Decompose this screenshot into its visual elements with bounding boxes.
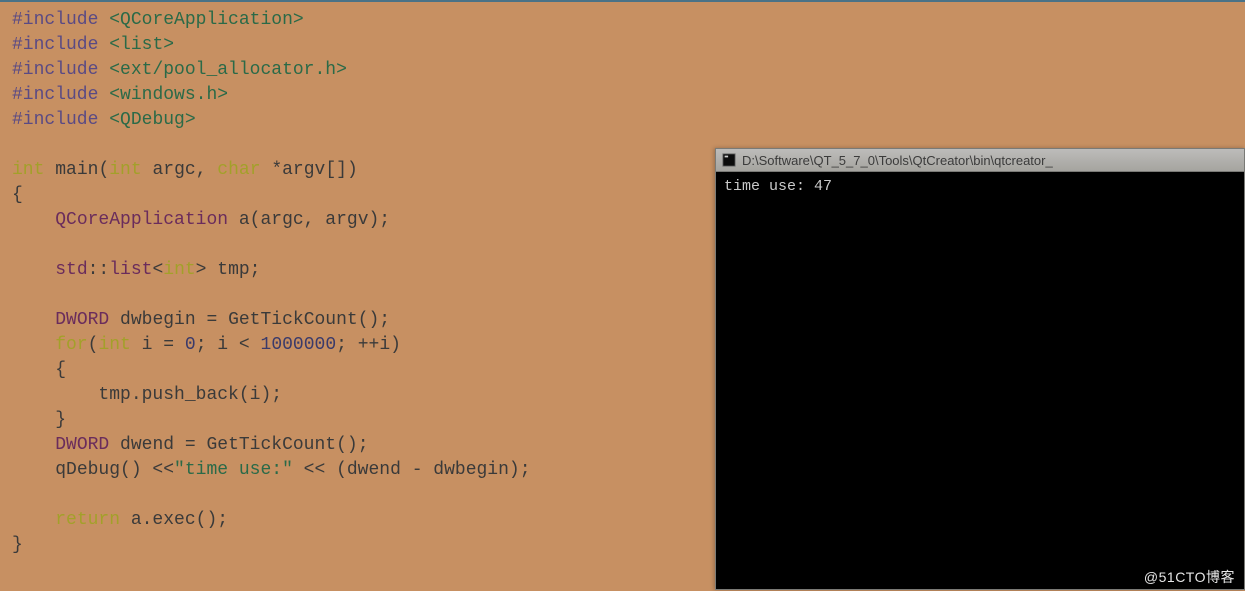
fn-gettick: GetTickCount(); <box>206 435 368 455</box>
stmt-push: tmp.push_back(i); <box>98 385 282 405</box>
pp-include: #include <box>12 60 98 80</box>
kw-int: int <box>98 335 130 355</box>
expr-tail: << (dwend - dwbegin); <box>293 460 531 480</box>
console-titlebar[interactable]: D:\Software\QT_5_7_0\Tools\QtCreator\bin… <box>715 148 1245 172</box>
args-a: (argc, argv); <box>250 210 390 230</box>
id-argv: *argv[] <box>271 160 347 180</box>
stmt-return: a.exec(); <box>120 510 228 530</box>
id-dwbegin: dwbegin <box>120 310 196 330</box>
kw-int: int <box>163 260 195 280</box>
include-target: <windows.h> <box>109 85 228 105</box>
type-list: list <box>109 260 152 280</box>
fn-qdebug: qDebug() << <box>55 460 174 480</box>
op-eq: = <box>196 310 228 330</box>
kw-char: char <box>217 160 260 180</box>
console-title-text: D:\Software\QT_5_7_0\Tools\QtCreator\bin… <box>742 153 1053 168</box>
paren-open: ( <box>88 335 99 355</box>
type-dword: DWORD <box>55 435 109 455</box>
app-icon <box>722 153 736 167</box>
include-target: <list> <box>109 35 174 55</box>
id-i: i <box>142 335 153 355</box>
include-target: <QCoreApplication> <box>109 10 303 30</box>
type-qcoreapp: QCoreApplication <box>55 210 228 230</box>
pp-include: #include <box>12 10 98 30</box>
kw-int: int <box>109 160 141 180</box>
brace-close: } <box>12 535 23 555</box>
op-eq: = <box>152 335 184 355</box>
str-timeuse: "time use:" <box>174 460 293 480</box>
for-inc: ; ++i) <box>336 335 401 355</box>
include-target: <QDebug> <box>109 110 195 130</box>
semi: ; <box>196 335 218 355</box>
num-zero: 0 <box>185 335 196 355</box>
fn-gettick: GetTickCount(); <box>228 310 390 330</box>
pp-include: #include <box>12 110 98 130</box>
brace-close: } <box>55 410 66 430</box>
brace-open: { <box>55 360 66 380</box>
op-eq: = <box>174 435 206 455</box>
type-dword: DWORD <box>55 310 109 330</box>
watermark: @51CTO博客 <box>1144 567 1235 587</box>
op-lt: < <box>228 335 260 355</box>
pp-include: #include <box>12 85 98 105</box>
console-window[interactable]: D:\Software\QT_5_7_0\Tools\QtCreator\bin… <box>715 148 1245 590</box>
id-i: i <box>217 335 228 355</box>
brace-open: { <box>12 185 23 205</box>
kw-for: for <box>55 335 87 355</box>
num-limit: 1000000 <box>261 335 337 355</box>
pp-include: #include <box>12 35 98 55</box>
id-a: a <box>239 210 250 230</box>
include-target: <ext/pool_allocator.h> <box>109 60 347 80</box>
fn-main: main <box>55 160 98 180</box>
id-dwend: dwend <box>120 435 174 455</box>
console-output[interactable]: time use: 47 <box>715 172 1245 590</box>
kw-return: return <box>55 510 120 530</box>
kw-int: int <box>12 160 44 180</box>
id-tmp: tmp; <box>217 260 260 280</box>
id-argc: argc <box>152 160 195 180</box>
console-line: time use: 47 <box>724 178 832 195</box>
type-std: std <box>55 260 87 280</box>
